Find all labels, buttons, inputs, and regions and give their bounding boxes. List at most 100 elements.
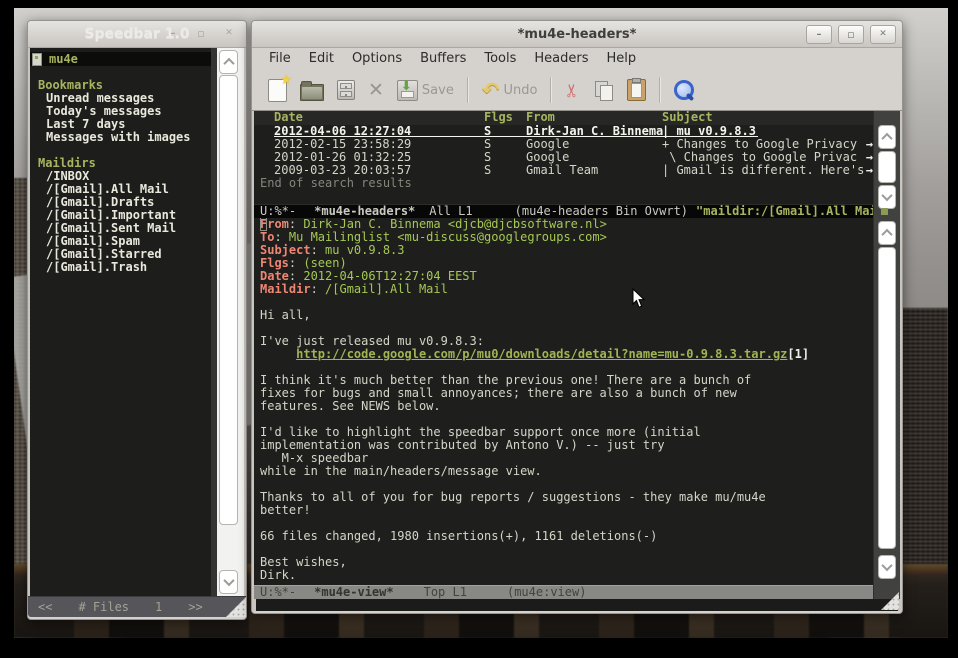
menu-item-edit[interactable]: Edit <box>300 48 343 70</box>
headers-cell: \ Changes to Google Privac <box>662 151 874 164</box>
headers-rows: 2012-04-06 12:27:04SDirk-Jan C. Binnema|… <box>254 125 874 177</box>
speedbar-scrollbar[interactable] <box>211 48 244 596</box>
scroll-up-button[interactable] <box>878 125 896 149</box>
headers-cell: | Gmail is different. Here's <box>662 164 874 177</box>
field-colon: : <box>289 269 303 283</box>
field-label: Subject <box>260 243 311 257</box>
modeline-buffer-name: *mu4e-view* <box>314 586 393 599</box>
field-colon: : <box>311 243 325 257</box>
field-value: 2012-04-06T12:27:04 EEST <box>303 269 476 283</box>
menu-item-buffers[interactable]: Buffers <box>411 48 475 70</box>
speedbar-expand-icon[interactable] <box>32 53 42 66</box>
emacs-main: Date Flgs From Subject 2012-04-06 12:27:… <box>254 111 874 599</box>
maximize-icon[interactable] <box>190 25 212 41</box>
undo-button[interactable]: Undo <box>482 80 538 100</box>
speedbar-status-bar: << # Files 1 >> <box>28 596 246 617</box>
speedbar-root-row[interactable]: mu4e <box>30 52 217 66</box>
speedbar-titlebar[interactable]: Speedbar 1.0 <box>28 21 246 48</box>
search-button[interactable] <box>674 80 694 100</box>
scrollbar-thumb[interactable] <box>219 75 238 525</box>
message-body-line: better! <box>260 504 874 517</box>
undo-label: Undo <box>503 83 537 98</box>
message-body-line: Hi all, <box>260 309 874 322</box>
modeline-buffer-name: *mu4e-headers* <box>314 205 415 218</box>
truncation-arrow-icon <box>866 138 873 151</box>
menu-item-file[interactable]: File <box>260 48 300 70</box>
save-button[interactable]: Save <box>397 80 454 101</box>
speedbar-next-button[interactable]: >> <box>188 600 202 614</box>
message-body-line: while in the main/headers/message view. <box>260 465 874 478</box>
file-cabinet-icon <box>337 80 355 100</box>
field-label: To <box>260 230 274 244</box>
copy-icon <box>594 80 614 100</box>
message-header-field: Maildir: /[Gmail].All Mail <box>260 283 874 296</box>
menu-item-help[interactable]: Help <box>598 48 646 70</box>
menu-item-tools[interactable]: Tools <box>475 48 525 70</box>
headers-cell: 2009-03-23 20:03:57 <box>260 164 484 177</box>
scrollbar-thumb[interactable] <box>878 247 896 549</box>
chevron-down-icon <box>881 560 892 571</box>
minimize-icon[interactable] <box>162 25 184 41</box>
headers-cell: Google <box>526 138 662 151</box>
chevron-up-icon <box>223 58 234 69</box>
message-body-line: features. See NEWS below. <box>260 400 874 413</box>
scroll-up-button[interactable] <box>878 221 896 245</box>
scrollbar-thumb[interactable] <box>878 151 896 183</box>
new-file-icon <box>268 79 287 102</box>
scroll-down-button[interactable] <box>878 185 896 209</box>
selected-row-underline <box>274 136 758 137</box>
speedbar-prev-button[interactable]: << <box>38 600 52 614</box>
file-cabinet-button[interactable] <box>337 80 355 100</box>
speedbar-item[interactable]: /[Gmail].Trash <box>38 261 217 274</box>
scroll-up-button[interactable] <box>219 50 238 74</box>
minimize-icon[interactable] <box>806 25 832 44</box>
fringe-indicator <box>881 208 888 215</box>
close-icon[interactable] <box>218 25 240 41</box>
modeline-query: "maildir:/[Gmail].All Mail" <box>696 205 874 218</box>
menu-item-options[interactable]: Options <box>343 48 411 70</box>
headers-row[interactable]: 2012-02-15 23:58:29SGoogle+ Changes to G… <box>254 138 874 151</box>
speedbar-window: Speedbar 1.0 mu4e BookmarksUnread messag… <box>27 20 247 620</box>
message-link[interactable]: http://code.google.com/p/mu0/downloads/d… <box>296 347 787 361</box>
headers-row[interactable]: 2012-04-06 12:27:04SDirk-Jan C. Binnema|… <box>254 125 874 138</box>
chevron-up-icon <box>881 229 892 240</box>
new-file-button[interactable] <box>268 79 287 102</box>
close-icon[interactable] <box>870 25 896 44</box>
close-buffer-button[interactable] <box>368 80 384 100</box>
message-body: Hi all,I've just released mu v0.9.8.3: h… <box>260 296 874 582</box>
headers-cell: 2012-01-26 01:32:25 <box>260 151 484 164</box>
modeline-modes: (mu4e-headers Bin Ovwrt) <box>515 205 688 218</box>
maximize-icon[interactable] <box>838 25 864 44</box>
modeline-flags: U:%*- <box>260 586 296 599</box>
toolbar-separator <box>550 77 552 103</box>
headers-row[interactable]: 2009-03-23 20:03:57SGmail Team| Gmail is… <box>254 164 874 177</box>
open-folder-button[interactable] <box>300 79 324 101</box>
headers-cell: + Changes to Google Privacy <box>662 138 874 151</box>
message-body-line: Best wishes, <box>260 556 874 569</box>
echo-area <box>254 599 900 611</box>
message-header-field: Subject: mu v0.9.8.3 <box>260 244 874 257</box>
headers-row[interactable]: 2012-01-26 01:32:25SGoogle \ Changes to … <box>254 151 874 164</box>
speedbar-root-label: mu4e <box>49 53 78 66</box>
headers-cell: 2012-02-15 23:58:29 <box>260 138 484 151</box>
mu4e-window-title: *mu4e-headers* <box>252 27 902 42</box>
mu4e-titlebar[interactable]: *mu4e-headers* <box>252 21 902 48</box>
emacs-scrollbar-column[interactable] <box>873 111 900 599</box>
message-body-line: 66 files changed, 1980 insertions(+), 11… <box>260 530 874 543</box>
paste-button[interactable] <box>627 79 646 101</box>
truncation-arrow-icon <box>866 151 873 164</box>
speedbar-body: mu4e BookmarksUnread messagesToday's mes… <box>28 48 246 596</box>
cut-button[interactable] <box>565 80 580 101</box>
toolbar: Save Undo <box>252 70 902 111</box>
speedbar-resize-grip[interactable] <box>226 597 246 617</box>
copy-button[interactable] <box>594 80 614 100</box>
column-from: From <box>526 111 662 125</box>
speedbar-list: BookmarksUnread messagesToday's messages… <box>38 66 217 274</box>
column-flags: Flgs <box>484 111 526 125</box>
speedbar-item[interactable]: Messages with images <box>38 131 217 144</box>
field-label: Date <box>260 269 289 283</box>
menu-item-headers[interactable]: Headers <box>525 48 597 70</box>
scroll-down-button[interactable] <box>219 570 238 594</box>
field-value: Mu Mailinglist <mu-discuss@googlegroups.… <box>289 230 607 244</box>
scroll-down-button[interactable] <box>878 555 896 579</box>
